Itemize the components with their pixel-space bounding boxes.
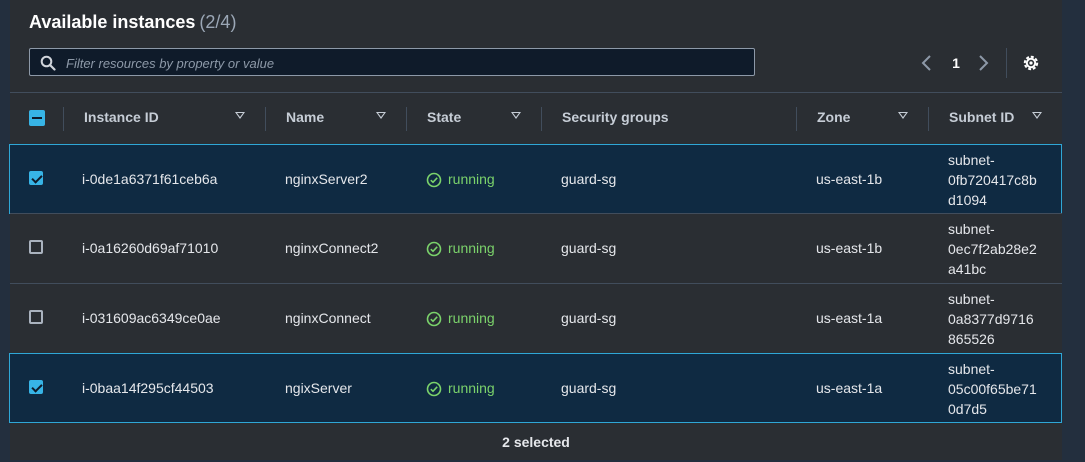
filter-search-box[interactable] xyxy=(29,48,755,76)
subnet-line: a41bc xyxy=(948,261,987,277)
row-checkbox[interactable] xyxy=(29,380,43,394)
next-page-button[interactable] xyxy=(974,50,992,76)
state-cell: running xyxy=(426,171,495,188)
zone-cell: us-east-1a xyxy=(816,380,883,396)
table-row[interactable]: i-0de1a6371f61ceb6a nginxServer2 running… xyxy=(9,144,1062,214)
check-circle-icon xyxy=(426,172,442,188)
table-row[interactable]: i-0a16260d69af71010 nginxConnect2 runnin… xyxy=(10,213,1062,283)
subnet-id-cell: subnet- 0fb720417c8b d1094 xyxy=(948,150,1048,210)
selection-footer: 2 selected xyxy=(502,434,570,450)
column-divider xyxy=(265,107,266,131)
subnet-id-cell: subnet- 05c00f65be71 0d7d5 xyxy=(948,359,1048,419)
subnet-line: 0fb720417c8b xyxy=(948,172,1037,188)
column-header-subnet-id[interactable]: Subnet ID xyxy=(949,109,1014,125)
subnet-line: subnet- xyxy=(948,291,995,307)
column-header-instance-id[interactable]: Instance ID xyxy=(84,109,159,125)
zone-cell: us-east-1b xyxy=(816,171,883,187)
sort-caret-icon[interactable] xyxy=(898,112,908,119)
chevron-right-icon xyxy=(979,55,989,71)
chevron-left-icon xyxy=(921,55,931,71)
sort-caret-icon[interactable] xyxy=(376,112,386,119)
state-label: running xyxy=(448,310,495,326)
name-cell: nginxServer2 xyxy=(285,171,368,187)
instance-id-cell[interactable]: i-031609ac6349ce0ae xyxy=(82,310,221,326)
column-header-name[interactable]: Name xyxy=(286,109,324,125)
column-header-state[interactable]: State xyxy=(427,109,461,125)
instance-id-cell[interactable]: i-0baa14f295cf44503 xyxy=(82,380,214,396)
column-divider xyxy=(541,107,542,131)
subnet-line: d1094 xyxy=(948,192,987,208)
row-checkbox[interactable] xyxy=(29,171,43,185)
search-icon xyxy=(40,55,56,71)
subnet-line: 865526 xyxy=(948,331,995,347)
check-circle-icon xyxy=(426,311,442,327)
state-cell: running xyxy=(426,240,495,257)
state-label: running xyxy=(448,380,495,396)
check-circle-icon xyxy=(426,241,442,257)
table-row[interactable]: i-0baa14f295cf44503 ngixServer running g… xyxy=(9,353,1062,423)
table-row[interactable]: i-031609ac6349ce0ae nginxConnect running… xyxy=(10,283,1062,353)
security-group-cell: guard-sg xyxy=(561,171,617,187)
subnet-line: 0ec7f2ab28e2 xyxy=(948,241,1037,257)
subnet-line: subnet- xyxy=(948,152,995,168)
subnet-line: subnet- xyxy=(948,361,995,377)
subnet-line: 05c00f65be71 xyxy=(948,381,1037,397)
filter-input[interactable] xyxy=(64,51,748,75)
panel-title: Available instances (2/4) xyxy=(29,12,236,33)
name-cell: ngixServer xyxy=(285,380,352,396)
column-header-zone[interactable]: Zone xyxy=(817,109,850,125)
title-text: Available instances xyxy=(29,12,196,32)
instance-id-cell[interactable]: i-0de1a6371f61ceb6a xyxy=(82,171,217,187)
gear-icon xyxy=(1023,55,1039,71)
instance-id-cell[interactable]: i-0a16260d69af71010 xyxy=(82,240,218,256)
zone-cell: us-east-1a xyxy=(816,310,883,326)
toolbar-divider xyxy=(1006,48,1007,78)
current-page-number[interactable]: 1 xyxy=(944,50,968,76)
column-divider xyxy=(63,107,64,131)
instances-panel: Available instances(2/4) 1 Instance ID N… xyxy=(9,0,1062,460)
name-cell: nginxConnect2 xyxy=(285,240,379,256)
subnet-line: 0a8377d9716 xyxy=(948,311,1034,327)
table-header: Instance ID Name State Security groups Z… xyxy=(10,92,1062,145)
row-checkbox[interactable] xyxy=(29,310,43,324)
column-header-security-groups[interactable]: Security groups xyxy=(562,109,669,125)
sort-caret-icon[interactable] xyxy=(235,112,245,119)
security-group-cell: guard-sg xyxy=(561,240,617,256)
state-label: running xyxy=(448,171,495,187)
sort-caret-icon[interactable] xyxy=(1032,112,1042,119)
selection-count: (2/4) xyxy=(199,12,237,32)
column-divider xyxy=(406,107,407,131)
check-circle-icon xyxy=(426,381,442,397)
sort-caret-icon[interactable] xyxy=(511,112,521,119)
row-checkbox[interactable] xyxy=(29,240,43,254)
security-group-cell: guard-sg xyxy=(561,310,617,326)
select-all-checkbox[interactable] xyxy=(29,110,45,126)
preferences-button[interactable] xyxy=(1020,52,1042,74)
subnet-line: subnet- xyxy=(948,221,995,237)
subnet-id-cell: subnet- 0a8377d9716 865526 xyxy=(948,289,1048,349)
security-group-cell: guard-sg xyxy=(561,380,617,396)
state-cell: running xyxy=(426,310,495,327)
state-cell: running xyxy=(426,380,495,397)
state-label: running xyxy=(448,240,495,256)
subnet-id-cell: subnet- 0ec7f2ab28e2 a41bc xyxy=(948,219,1048,279)
column-divider xyxy=(928,107,929,131)
subnet-line: 0d7d5 xyxy=(948,401,987,417)
zone-cell: us-east-1b xyxy=(816,240,883,256)
column-divider xyxy=(796,107,797,131)
name-cell: nginxConnect xyxy=(285,310,371,326)
previous-page-button[interactable] xyxy=(918,50,936,76)
